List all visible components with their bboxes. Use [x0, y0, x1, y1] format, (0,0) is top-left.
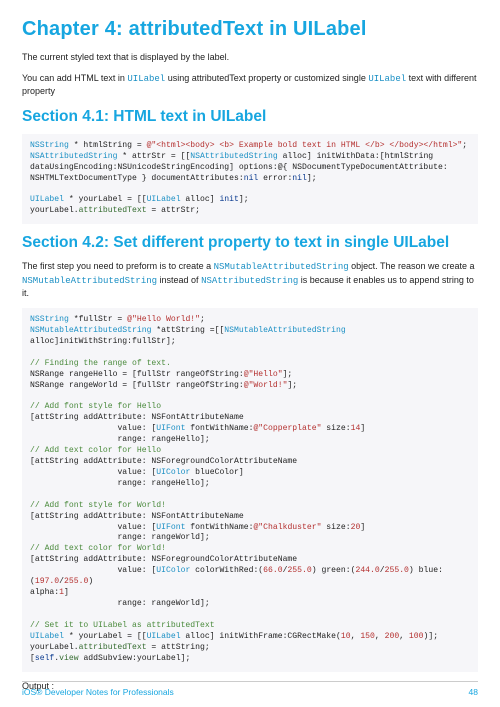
inline-code-nsas: NSAttributedString: [201, 276, 298, 286]
code-block-42: NSString *fullStr = @"Hello World!"; NSM…: [22, 308, 478, 672]
footer-left: iOS® Developer Notes for Professionals: [22, 687, 174, 697]
s42-mid2: instead of: [157, 275, 201, 285]
intro-mid: using attributedText property or customi…: [165, 73, 368, 83]
intro-pre: You can add HTML text in: [22, 73, 127, 83]
intro-line: The current styled text that is displaye…: [22, 51, 478, 64]
section-42-title: Section 4.2: Set different property to t…: [22, 234, 478, 252]
footer-page-number: 48: [469, 687, 478, 697]
page-footer: iOS® Developer Notes for Professionals 4…: [22, 681, 478, 697]
chapter-title: Chapter 4: attributedText in UILabel: [22, 18, 478, 41]
s42-mid: object. The reason we create a: [349, 261, 475, 271]
inline-code-uilabel-2: UILabel: [368, 74, 406, 84]
inline-code-nsmas-1: NSMutableAttributedString: [214, 262, 349, 272]
section-41-title: Section 4.1: HTML text in UILabel: [22, 108, 478, 126]
section-42-paragraph: The first step you need to preform is to…: [22, 260, 478, 300]
s42-pre: The first step you need to preform is to…: [22, 261, 214, 271]
inline-code-nsmas-2: NSMutableAttributedString: [22, 276, 157, 286]
intro-paragraph: You can add HTML text in UILabel using a…: [22, 72, 478, 98]
code-block-41: NSString * htmlString = @"<html><body> <…: [22, 134, 478, 224]
inline-code-uilabel-1: UILabel: [127, 74, 165, 84]
